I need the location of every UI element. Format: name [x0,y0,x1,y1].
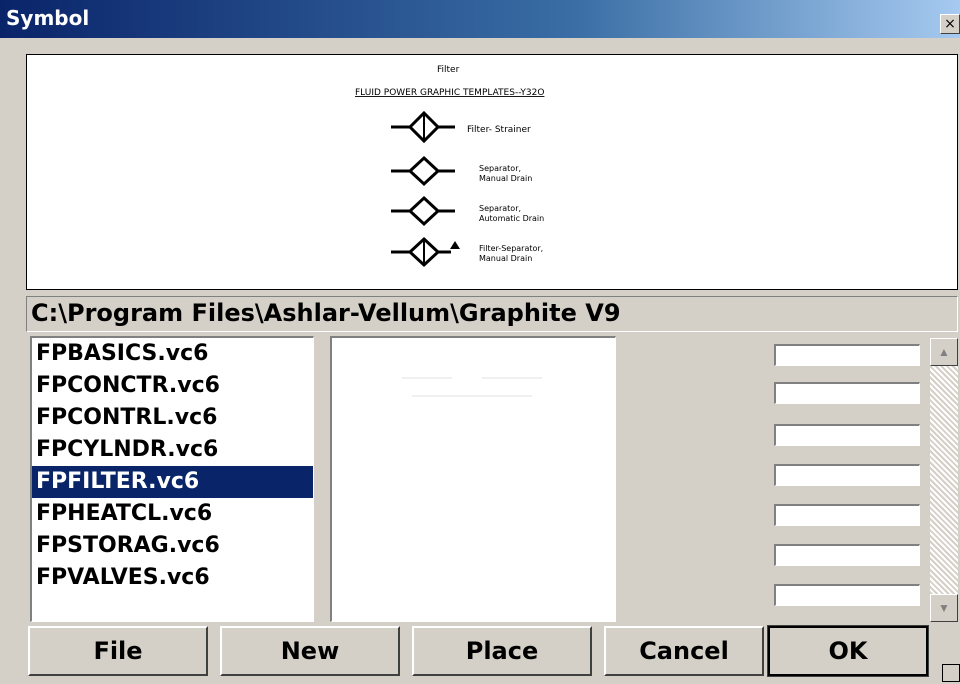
symbol-label: Manual Drain [479,174,532,183]
symbol-thumbnail-area[interactable] [330,336,616,622]
file-list[interactable]: FPBASICS.vc6 FPCONCTR.vc6 FPCONTRL.vc6 FPCY… [30,336,314,622]
arrow-down-icon: ▼ [938,601,950,615]
arrow-up-icon: ▲ [938,345,950,359]
cancel-button[interactable]: Cancel [604,626,764,676]
file-list-item[interactable]: FPBASICS.vc6 [32,338,313,370]
file-button[interactable]: File [28,626,208,676]
new-button[interactable]: New [220,626,400,676]
separator-automatic-symbol [391,195,455,227]
filter-strainer-symbol [391,110,455,144]
preview-heading: Filter [437,65,460,75]
preview-subheading: FLUID POWER GRAPHIC TEMPLATES--Y32O [355,88,544,98]
file-list-item[interactable]: FPCONCTR.vc6 [32,370,313,402]
scroll-down-button[interactable]: ▼ [930,594,958,622]
file-list-item[interactable]: FPFILTER.vc6 [32,466,313,498]
symbol-field-1[interactable] [774,344,920,366]
symbol-label: Manual Drain [479,254,532,263]
symbol-label: Separator, [479,164,521,173]
file-list-item[interactable]: FPCYLNDR.vc6 [32,434,313,466]
path-text: C:\Program Files\Ashlar-Vellum\Graphite … [31,299,621,327]
symbol-field-3[interactable] [774,424,920,446]
close-icon: × [944,16,956,32]
file-list-item[interactable]: FPHEATCL.vc6 [32,498,313,530]
symbol-label: Filter- Strainer [467,125,531,135]
symbol-preview: Filter FLUID POWER GRAPHIC TEMPLATES--Y3… [26,54,958,290]
symbol-label: Automatic Drain [479,214,544,223]
path-bar: C:\Program Files\Ashlar-Vellum\Graphite … [26,296,958,332]
ok-button[interactable]: OK [767,625,929,677]
symbol-label: Filter-Separator, [479,244,543,253]
symbol-field-7[interactable] [774,584,920,606]
vertical-scrollbar[interactable]: ▲ ▼ [930,338,958,622]
file-list-item[interactable]: FPVALVES.vc6 [32,562,313,594]
title-bar[interactable]: Symbol × [0,0,960,38]
close-button[interactable]: × [940,14,960,34]
place-button[interactable]: Place [412,626,592,676]
window-title: Symbol [6,6,90,30]
faint-thumbnail [402,377,542,397]
symbol-field-2[interactable] [774,382,920,404]
resize-grip[interactable] [942,664,960,682]
filter-separator-symbol [391,236,460,268]
symbol-field-6[interactable] [774,544,920,566]
separator-manual-symbol [391,155,455,187]
file-list-item[interactable]: FPSTORAG.vc6 [32,530,313,562]
scroll-up-button[interactable]: ▲ [930,338,958,366]
symbol-field-4[interactable] [774,464,920,486]
preview-drawing: Filter FLUID POWER GRAPHIC TEMPLATES--Y3… [355,65,544,268]
symbol-label: Separator, [479,204,521,213]
file-list-item[interactable]: FPCONTRL.vc6 [32,402,313,434]
symbol-field-5[interactable] [774,504,920,526]
